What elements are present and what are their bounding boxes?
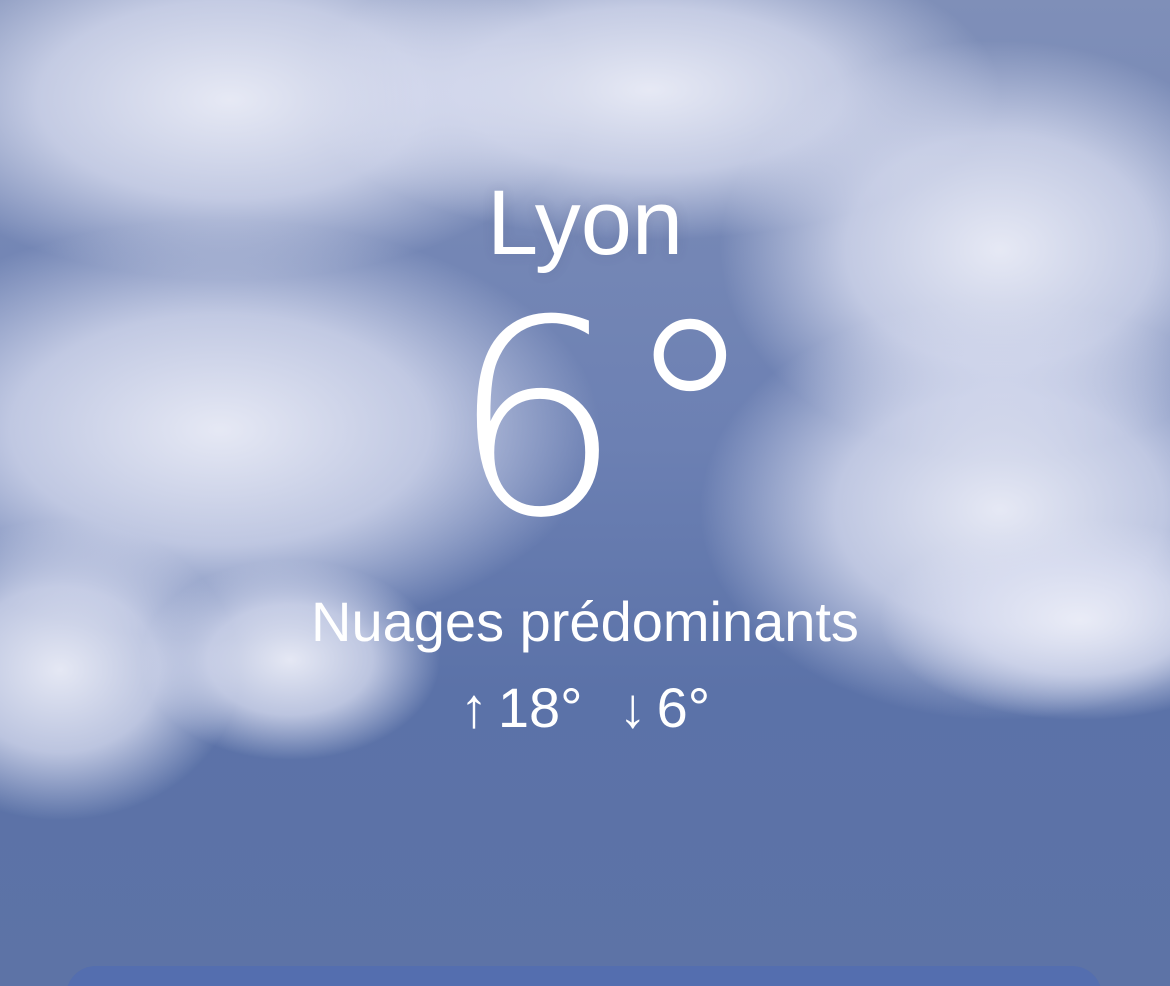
- forecast-card[interactable]: [66, 966, 1102, 986]
- arrow-down-icon: ↓: [618, 676, 647, 739]
- high-temperature: 18°: [497, 676, 583, 739]
- arrow-up-icon: ↑: [459, 676, 488, 739]
- weather-condition: Nuages prédominants: [311, 590, 859, 653]
- high-low-temperatures: ↑ 18° ↓ 6°: [0, 676, 1170, 740]
- current-temperature: 6°: [0, 262, 1170, 577]
- low-temperature: 6°: [656, 676, 711, 739]
- temperature-value: 6°: [450, 262, 758, 577]
